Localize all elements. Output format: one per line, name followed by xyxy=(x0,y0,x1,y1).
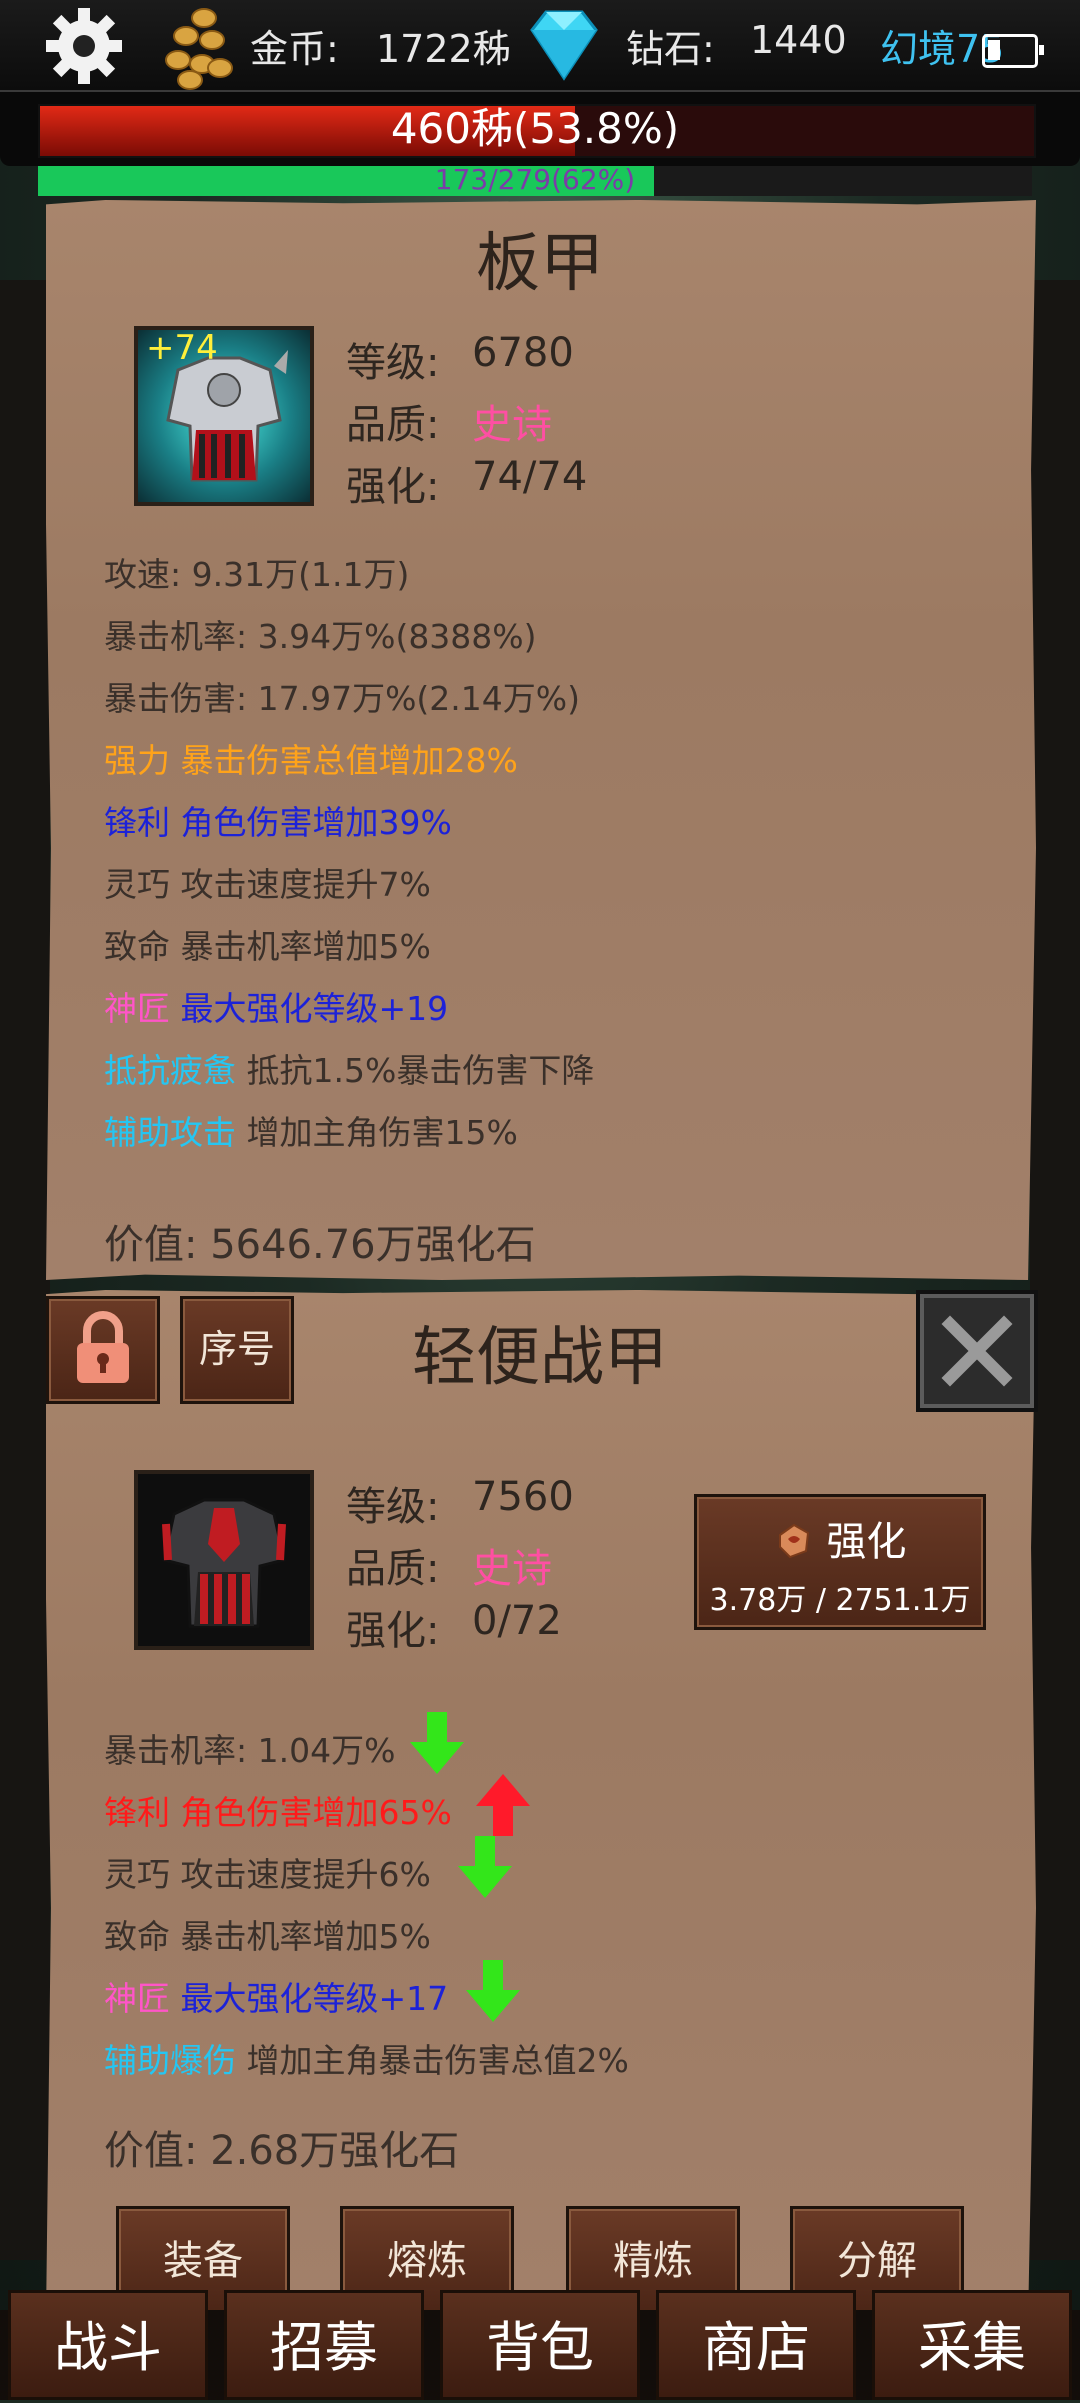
level-label: 等级: xyxy=(346,340,440,386)
attr-text: 最大强化等级+19 xyxy=(180,989,449,1028)
nav-gather[interactable]: 采集 xyxy=(872,2290,1072,2400)
gold-coins-icon xyxy=(165,8,233,90)
attr-godsmith: 神匠 最大强化等级+19 xyxy=(104,982,448,1030)
attr-text: 增加主角伤害15% xyxy=(246,1113,518,1152)
right-side-frame xyxy=(1030,280,1080,2260)
attr-attack-speed: 攻速: 9.31万(1.1万) xyxy=(104,555,410,594)
level-label: 等级: xyxy=(346,1484,440,1530)
attr-crit-rate: 暴击机率: 1.04万% xyxy=(104,1731,396,1770)
attr-agile: 灵巧 攻击速度提升6% xyxy=(104,1855,431,1894)
new-item-value: 价值: 2.68万强化石 xyxy=(104,2128,460,2174)
attr-deadly: 致命 暴击机率增加5% xyxy=(104,927,431,966)
attr-assist-attack: 辅助攻击 增加主角伤害15% xyxy=(104,1106,518,1154)
nav-battle[interactable]: 战斗 xyxy=(8,2290,208,2400)
equipped-item-value: 价值: 5646.76万强化石 xyxy=(104,1222,536,1268)
top-status-bar: 金币: 1722秭 钻石: 1440 幻境75 xyxy=(0,0,1080,92)
enhance-button-label: 强化 xyxy=(826,1519,907,1565)
gold-value: 1722秭 xyxy=(376,27,511,71)
stat-increase-arrow-icon xyxy=(476,1774,530,1836)
light-armor-icon xyxy=(134,1470,314,1650)
attr-prefix: 抵抗疲惫 xyxy=(104,1051,236,1090)
attr-agile: 灵巧 攻击速度提升7% xyxy=(104,865,431,904)
enhance-level-badge: +74 xyxy=(146,328,218,368)
attr-prefix: 神匠 xyxy=(104,989,170,1028)
attr-assist-crit: 辅助爆伤 增加主角暴击伤害总值2% xyxy=(104,2034,629,2082)
diamond-value: 1440 xyxy=(750,18,847,62)
attr-crit-damage: 暴击伤害: 17.97万%(2.14万%) xyxy=(104,679,581,718)
plate-armor-icon: +74 xyxy=(134,326,314,506)
enhance-value: 0/72 xyxy=(472,1598,562,1644)
battery-icon xyxy=(982,34,1044,68)
attr-text: 最大强化等级+17 xyxy=(180,1979,449,2018)
diamond-icon xyxy=(530,10,598,81)
gold-label: 金币: xyxy=(250,27,339,71)
attr-sharp: 锋利 角色伤害增加65% xyxy=(104,1793,452,1832)
attr-sharp: 锋利 角色伤害增加39% xyxy=(104,803,452,842)
attr-resist-fatigue: 抵抗疲惫 抵抗1.5%暴击伤害下降 xyxy=(104,1044,594,1092)
close-icon xyxy=(941,1315,1013,1387)
enhance-button[interactable]: 强化 3.78万 / 2751.1万 xyxy=(694,1494,986,1630)
enhance-stone-icon xyxy=(778,1523,809,1559)
enhance-cost: 3.78万 / 2751.1万 xyxy=(709,1583,971,1618)
stat-decrease-arrow-icon xyxy=(466,1960,520,2022)
close-button[interactable] xyxy=(916,1290,1038,1412)
attr-prefix: 辅助爆伤 xyxy=(104,2041,236,2080)
quality-value: 史诗 xyxy=(472,1546,552,1592)
nav-shop[interactable]: 商店 xyxy=(656,2290,856,2400)
enhance-label: 强化: xyxy=(346,1608,440,1654)
attr-prefix: 辅助攻击 xyxy=(104,1113,236,1152)
settings-gear-icon[interactable] xyxy=(44,6,124,86)
attr-deadly: 致命 暴击机率增加5% xyxy=(104,1917,431,1956)
stat-decrease-arrow-icon xyxy=(410,1712,464,1774)
exp-text: 173/279(62%) xyxy=(434,163,636,196)
nav-recruit[interactable]: 招募 xyxy=(224,2290,424,2400)
level-value: 6780 xyxy=(472,330,574,376)
stat-decrease-arrow-icon xyxy=(458,1836,512,1898)
quality-value: 史诗 xyxy=(472,402,552,448)
enhance-value: 74/74 xyxy=(472,454,588,500)
attr-prefix: 神匠 xyxy=(104,1979,170,2018)
attr-text: 增加主角暴击伤害总值2% xyxy=(246,2041,629,2080)
attr-crit-rate: 暴击机率: 3.94万%(8388%) xyxy=(104,617,537,656)
enhance-label: 强化: xyxy=(346,464,440,510)
quality-label: 品质: xyxy=(346,1546,440,1592)
hp-text: 460秭(53.8%) xyxy=(390,104,680,153)
attr-godsmith: 神匠 最大强化等级+17 xyxy=(104,1972,448,2020)
nav-backpack[interactable]: 背包 xyxy=(440,2290,640,2400)
diamond-label: 钻石: xyxy=(626,27,715,71)
attr-strong: 强力 暴击伤害总值增加28% xyxy=(104,741,518,780)
attr-text: 抵抗1.5%暴击伤害下降 xyxy=(246,1051,595,1090)
left-side-frame xyxy=(0,280,50,2260)
equipped-item-title: 板甲 xyxy=(476,227,604,301)
level-value: 7560 xyxy=(472,1474,574,1520)
quality-label: 品质: xyxy=(346,402,440,448)
